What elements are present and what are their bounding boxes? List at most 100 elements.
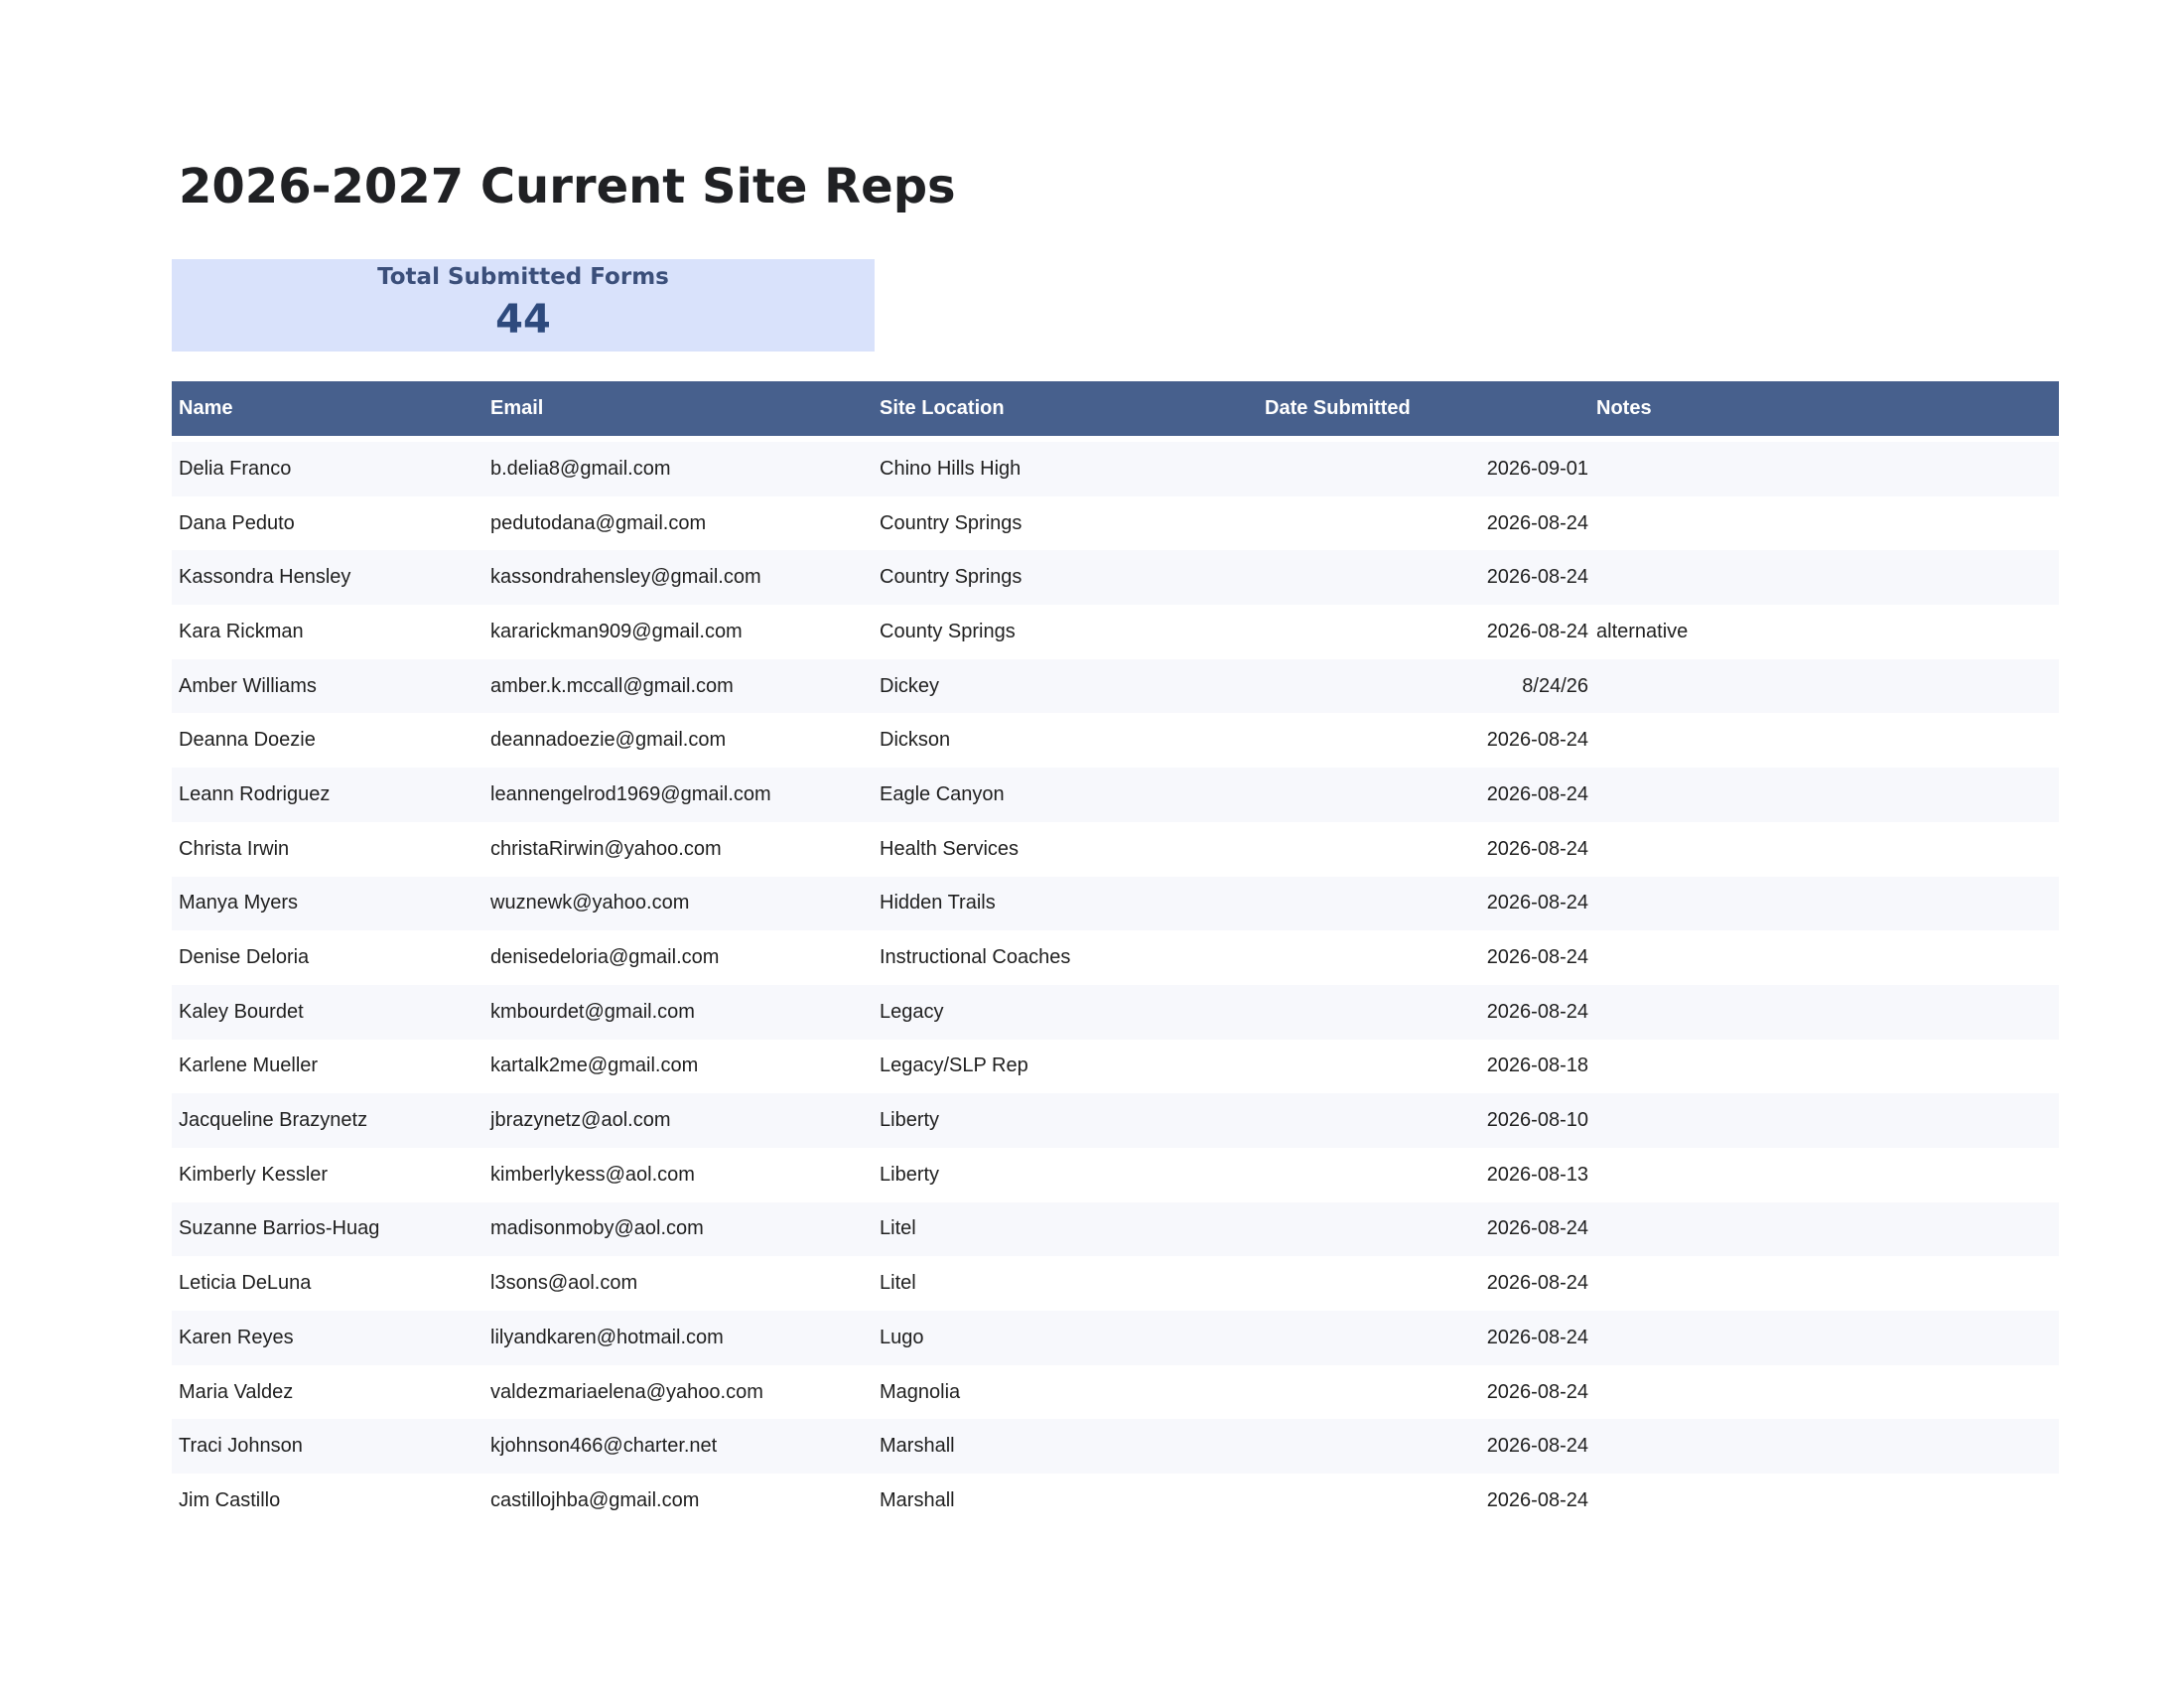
- table-row: Kara Rickman kararickman909@gmail.com Coun…: [172, 605, 2059, 659]
- cell-email: kimberlykess@aol.com: [490, 1163, 695, 1186]
- column-header-site-location: Site Location: [880, 397, 1005, 419]
- table-row: Kimberly Kessler kimberlykess@aol.com Libe…: [172, 1148, 2059, 1202]
- cell-name: Kimberly Kessler: [179, 1163, 329, 1186]
- cell-email: l3sons@aol.com: [490, 1272, 638, 1295]
- cell-name: Denise Deloria: [179, 946, 310, 969]
- cell-site-location: Legacy/SLP Rep: [880, 1055, 1028, 1077]
- cell-date-submitted: 2026-08-24: [1486, 1488, 1588, 1511]
- cell-email: kararickman909@gmail.com: [490, 620, 743, 642]
- cell-name: Delia Franco: [179, 457, 292, 480]
- table-row: Suzanne Barrios-Huag madisonmoby@aol.com L…: [172, 1201, 2059, 1257]
- cell-name: Leticia DeLuna: [179, 1272, 312, 1295]
- cell-site-location: Instructional Coaches: [880, 946, 1071, 969]
- cell-date-submitted: 2026-08-10: [1486, 1109, 1588, 1132]
- table-row: Delia Franco b.delia8@gmail.com Chino Hill…: [172, 442, 2059, 496]
- cell-name: Karlene Mueller: [179, 1055, 319, 1077]
- cell-name: Amber Williams: [179, 674, 317, 697]
- table-header-row: Name Email Site Location Date Submitted …: [172, 381, 2059, 436]
- cell-email: madisonmoby@aol.com: [490, 1217, 704, 1240]
- cell-date-submitted: 2026-08-24: [1486, 511, 1588, 534]
- table-row: Kassondra Hensley kassondrahensley@gmail.…: [172, 550, 2059, 606]
- cell-name: Jacqueline Brazynetz: [179, 1109, 368, 1132]
- table-row: Leticia DeLuna l3sons@aol.com Litel 2026-08…: [172, 1256, 2059, 1311]
- cell-name: Karen Reyes: [179, 1326, 294, 1348]
- cell-email: wuznewk@yahoo.com: [490, 892, 690, 914]
- cell-site-location: Dickey: [880, 674, 940, 697]
- cell-date-submitted: 2026-08-24: [1486, 1217, 1588, 1240]
- cell-site-location: Dickson: [880, 729, 951, 752]
- cell-site-location: Legacy: [880, 1000, 944, 1023]
- summary-label: Total Submitted Forms: [377, 264, 669, 290]
- cell-date-submitted: 8/24/26: [1522, 674, 1588, 697]
- summary-value: 44: [495, 297, 551, 343]
- table-row: Traci Johnson kjohnson466@charter.net Mars…: [172, 1419, 2059, 1475]
- cell-name: Jim Castillo: [179, 1488, 281, 1511]
- cell-site-location: Liberty: [880, 1109, 940, 1132]
- table-body: Delia Franco b.delia8@gmail.com Chino Hill…: [172, 442, 2059, 1528]
- table-row: Jacqueline Brazynetz jbrazynetz@aol.com Li…: [172, 1093, 2059, 1148]
- cell-date-submitted: 2026-08-24: [1486, 566, 1588, 589]
- cell-email: kjohnson466@charter.net: [490, 1435, 718, 1458]
- cell-email: kassondrahensley@gmail.com: [490, 566, 761, 589]
- page-title: 2026-2027 Current Site Reps: [179, 159, 956, 214]
- cell-email: castillojhba@gmail.com: [490, 1488, 700, 1511]
- total-submitted-forms-card: Total Submitted Forms 44: [172, 259, 875, 352]
- cell-name: Deanna Doezie: [179, 729, 316, 752]
- cell-email: kmbourdet@gmail.com: [490, 1000, 695, 1023]
- cell-site-location: Litel: [880, 1217, 916, 1240]
- cell-date-submitted: 2026-08-13: [1486, 1163, 1588, 1186]
- cell-site-location: Lugo: [880, 1326, 924, 1348]
- table-row: Jim Castillo castillojhba@gmail.com Marsha…: [172, 1474, 2059, 1528]
- cell-date-submitted: 2026-08-24: [1486, 946, 1588, 969]
- table-row: Dana Peduto pedutodana@gmail.com Country S…: [172, 496, 2059, 551]
- cell-date-submitted: 2026-08-24: [1486, 837, 1588, 860]
- table-row: Maria Valdez valdezmariaelena@yahoo.com Ma…: [172, 1365, 2059, 1420]
- cell-site-location: Chino Hills High: [880, 457, 1022, 480]
- cell-site-location: Litel: [880, 1272, 916, 1295]
- cell-name: Dana Peduto: [179, 511, 295, 534]
- table-row: Karen Reyes lilyandkaren@hotmail.com Lugo 2…: [172, 1311, 2059, 1365]
- cell-date-submitted: 2026-08-24: [1486, 1272, 1588, 1295]
- cell-name: Kaley Bourdet: [179, 1000, 304, 1023]
- cell-date-submitted: 2026-08-24: [1486, 1380, 1588, 1403]
- cell-name: Manya Myers: [179, 892, 299, 914]
- cell-email: valdezmariaelena@yahoo.com: [490, 1380, 763, 1403]
- column-header-notes: Notes: [1596, 397, 1652, 419]
- cell-name: Maria Valdez: [179, 1380, 294, 1403]
- cell-date-submitted: 2026-08-24: [1486, 729, 1588, 752]
- table-row: Christa Irwin christaRirwin@yahoo.com Heal…: [172, 822, 2059, 877]
- cell-date-submitted: 2026-08-24: [1486, 1435, 1588, 1458]
- cell-name: Leann Rodriguez: [179, 782, 331, 805]
- cell-site-location: Country Springs: [880, 566, 1023, 589]
- cell-email: amber.k.mccall@gmail.com: [490, 674, 734, 697]
- cell-date-submitted: 2026-08-24: [1486, 782, 1588, 805]
- table-row: Amber Williams amber.k.mccall@gmail.com Di…: [172, 658, 2059, 714]
- column-header-date-submitted: Date Submitted: [1265, 397, 1411, 419]
- cell-date-submitted: 2026-08-24: [1486, 1326, 1588, 1348]
- cell-name: Christa Irwin: [179, 837, 290, 860]
- cell-site-location: Eagle Canyon: [880, 782, 1005, 805]
- cell-email: christaRirwin@yahoo.com: [490, 837, 722, 860]
- cell-email: pedutodana@gmail.com: [490, 511, 707, 534]
- cell-site-location: Country Springs: [880, 511, 1023, 534]
- column-header-name: Name: [179, 397, 233, 419]
- table-row: Karlene Mueller kartalk2me@gmail.com Legac…: [172, 1040, 2059, 1094]
- table-row: Deanna Doezie deannadoezie@gmail.com Dicks…: [172, 713, 2059, 768]
- cell-name: Kara Rickman: [179, 620, 304, 642]
- cell-email: b.delia8@gmail.com: [490, 457, 671, 480]
- cell-site-location: Magnolia: [880, 1380, 961, 1403]
- cell-site-location: Marshall: [880, 1435, 955, 1458]
- cell-email: kartalk2me@gmail.com: [490, 1055, 699, 1077]
- site-reps-table: Name Email Site Location Date Submitted …: [172, 381, 2059, 1511]
- cell-date-submitted: 2026-08-24: [1486, 1000, 1588, 1023]
- table-row: Manya Myers wuznewk@yahoo.com Hidden Trail…: [172, 876, 2059, 931]
- cell-email: deannadoezie@gmail.com: [490, 729, 727, 752]
- column-header-email: Email: [490, 397, 544, 419]
- cell-name: Kassondra Hensley: [179, 566, 351, 589]
- table-row: Denise Deloria denisedeloria@gmail.com Ins…: [172, 930, 2059, 985]
- cell-notes: alternative: [1596, 620, 1689, 642]
- table-row: Kaley Bourdet kmbourdet@gmail.com Legacy 20…: [172, 984, 2059, 1040]
- cell-date-submitted: 2026-08-24: [1486, 892, 1588, 914]
- cell-site-location: Hidden Trails: [880, 892, 996, 914]
- cell-email: denisedeloria@gmail.com: [490, 946, 720, 969]
